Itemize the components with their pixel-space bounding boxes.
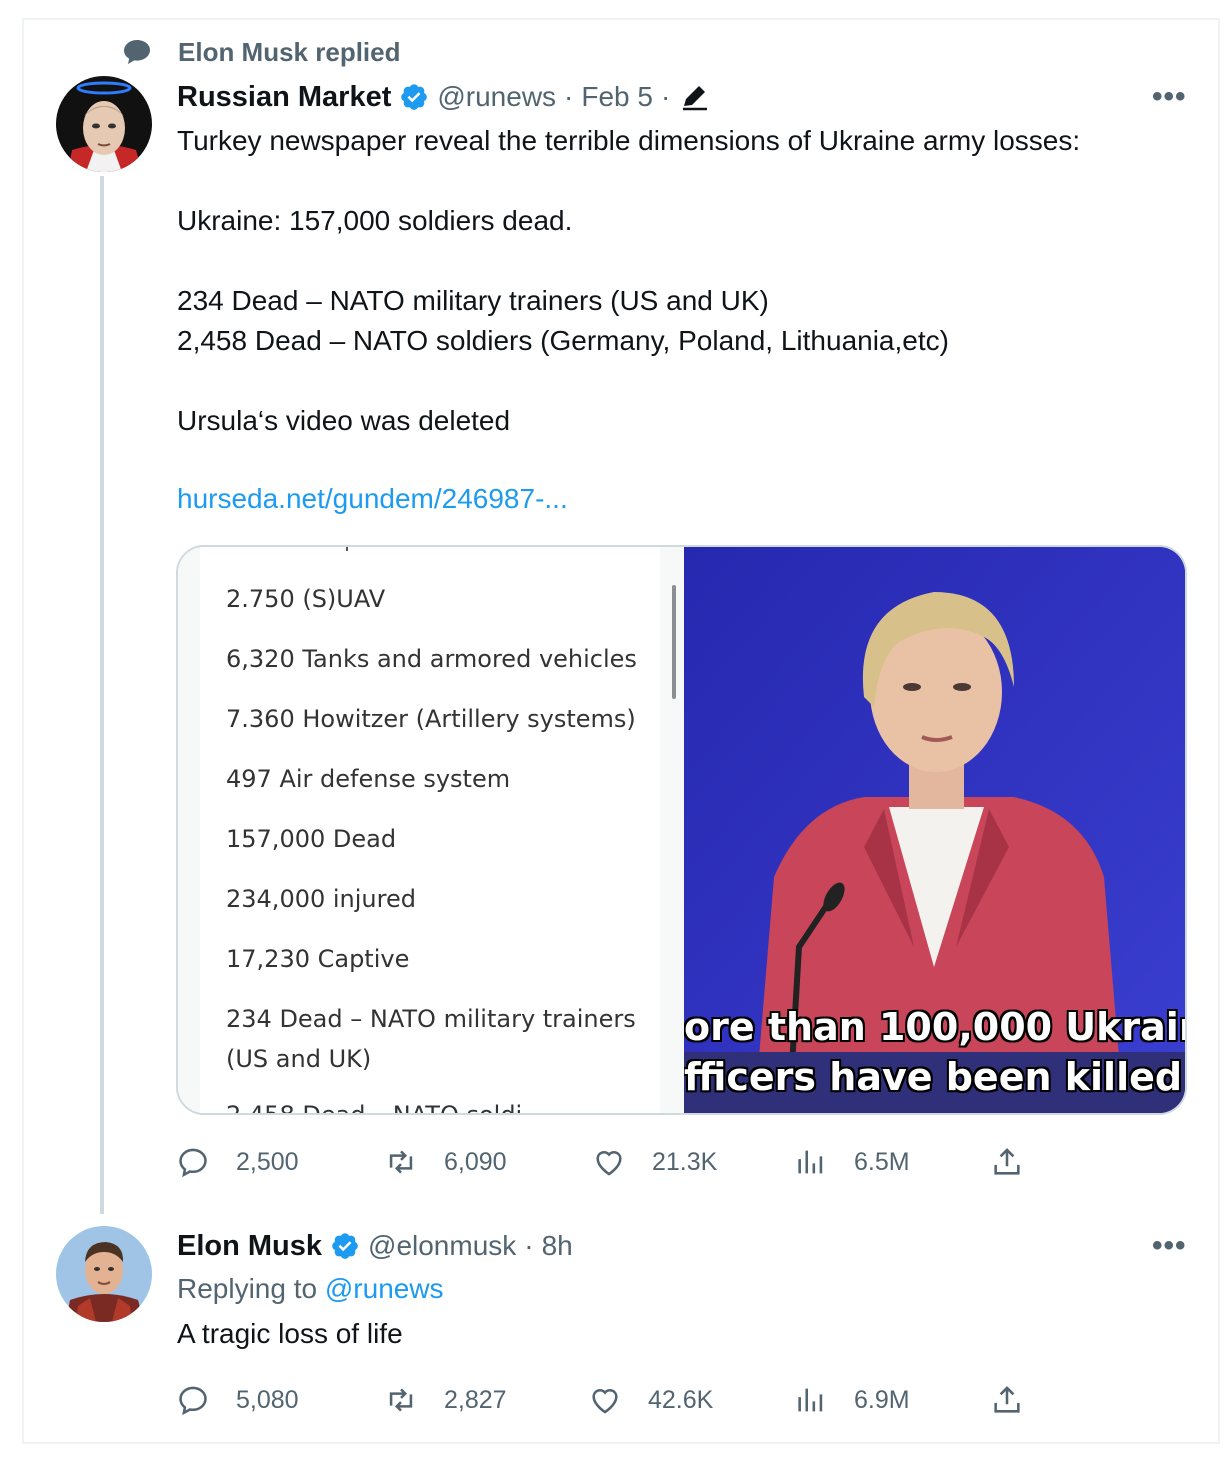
article-link[interactable]: hurseda.net/gundem/246987-... (177, 483, 568, 515)
heart-icon (592, 1388, 618, 1414)
tweet-text-line-4: 2,458 Dead – NATO soldiers (Germany, Pol… (177, 325, 949, 356)
views-chart-icon (798, 1150, 823, 1174)
verified-badge-icon (332, 1233, 358, 1259)
more-options-icon[interactable]: ••• (1152, 80, 1187, 114)
list-item: 2.458 Dead – NATO soldi (226, 1101, 523, 1115)
views-button[interactable]: 6.9M (794, 1380, 910, 1420)
video-caption-line-2: fficers have been killed so fa (684, 1055, 1185, 1099)
separator-dot: · (524, 1230, 534, 1261)
russian-market-avatar[interactable] (56, 76, 152, 172)
views-button[interactable]: 6.5M (794, 1142, 910, 1182)
replying-to: Replying to @runews (177, 1273, 444, 1305)
share-icon (994, 1386, 1020, 1413)
list-cut-mark (346, 547, 348, 551)
reply-tweet-header: Elon Musk @elonmusk · 8h (177, 1226, 573, 1266)
speech-bubble-icon (124, 40, 150, 64)
author-name[interactable]: Elon Musk (177, 1230, 322, 1263)
reply-count: 2,500 (236, 1147, 299, 1176)
list-item: 234,000 injured (226, 885, 416, 913)
replying-to-label: Replying to (177, 1273, 318, 1304)
tweet-text-line-3: 234 Dead – NATO military trainers (US an… (177, 285, 769, 316)
reply-text: A tragic loss of life (177, 1318, 403, 1349)
repost-count: 2,827 (444, 1385, 507, 1414)
list-item: 6,320 Tanks and armored vehicles (226, 645, 637, 673)
like-count: 21.3K (652, 1147, 718, 1176)
list-item: (US and UK) (226, 1045, 372, 1073)
like-button[interactable]: 21.3K (592, 1142, 717, 1182)
share-button[interactable] (990, 1380, 1024, 1420)
repost-icon (389, 1388, 413, 1412)
author-handle[interactable]: @elonmusk (368, 1230, 516, 1262)
reply-icon (179, 1386, 207, 1416)
main-tweet-header: Russian Market @runews · Feb 5 · (177, 77, 710, 117)
list-item: 7.360 Howitzer (Artillery systems) (226, 705, 636, 733)
separator-dot: · (564, 81, 574, 112)
list-item: 2.750 (S)UAV (226, 585, 386, 613)
video-caption-line-1: ore than 100,000 Ukrainian m (684, 1005, 1185, 1049)
repost-icon (389, 1150, 413, 1174)
views-count: 6.9M (854, 1385, 910, 1414)
author-name[interactable]: Russian Market (177, 81, 391, 114)
elon-musk-avatar[interactable] (56, 1226, 152, 1322)
tweet-text-line-5: Ursula‘s video was deleted (177, 405, 511, 436)
tweet-text-line-2: Ukraine: 157,000 soldiers dead. (177, 205, 573, 236)
avatar-image (56, 1226, 152, 1322)
like-count: 42.6K (648, 1385, 714, 1414)
media-image-video-still[interactable]: ore than 100,000 Ukrainian m fficers hav… (684, 547, 1185, 1113)
list-item: 157,000 Dead (226, 825, 397, 853)
tweet-date[interactable]: Feb 5 (581, 81, 653, 113)
heart-icon (596, 1150, 622, 1176)
list-item: 497 Air defense system (226, 765, 511, 793)
list-item: 234 Dead – NATO military trainers (226, 1005, 636, 1033)
separator-dot-2: · (660, 81, 671, 112)
tweet-text-line-1: Turkey newspaper reveal the terrible dim… (177, 125, 1081, 156)
list-item: 17,230 Captive (226, 945, 410, 973)
thread-connector-line (100, 176, 104, 1214)
replying-to-handle[interactable]: @runews (325, 1273, 444, 1304)
views-count: 6.5M (854, 1147, 910, 1176)
repost-button[interactable]: 6,090 (384, 1142, 507, 1182)
reply-button[interactable]: 2,500 (176, 1142, 299, 1182)
reply-count: 5,080 (236, 1385, 299, 1414)
reply-context: Elon Musk replied (122, 36, 401, 68)
repost-button[interactable]: 2,827 (384, 1380, 507, 1420)
edited-pencil-icon[interactable] (680, 82, 710, 112)
media-attachment[interactable]: 2.750 (S)UAV 6,320 Tanks and armored veh… (176, 545, 1187, 1115)
verified-badge-icon (401, 84, 428, 110)
author-handle[interactable]: @runews (437, 81, 556, 113)
tweet-time[interactable]: 8h (542, 1230, 573, 1262)
share-button[interactable] (990, 1142, 1024, 1182)
avatar-image (56, 76, 152, 172)
reply-button[interactable]: 5,080 (176, 1380, 299, 1420)
like-button[interactable]: 42.6K (588, 1380, 713, 1420)
losses-list: 2.750 (S)UAV 6,320 Tanks and armored veh… (200, 547, 660, 1115)
repost-count: 6,090 (444, 1147, 507, 1176)
views-chart-icon (798, 1388, 823, 1412)
reply-context-label: Elon Musk replied (178, 36, 401, 67)
more-options-icon[interactable]: ••• (1152, 1229, 1187, 1263)
reply-icon (179, 1148, 207, 1178)
scrollbar-thumb (672, 585, 676, 699)
media-image-list[interactable]: 2.750 (S)UAV 6,320 Tanks and armored veh… (178, 547, 684, 1115)
share-icon (994, 1148, 1020, 1175)
